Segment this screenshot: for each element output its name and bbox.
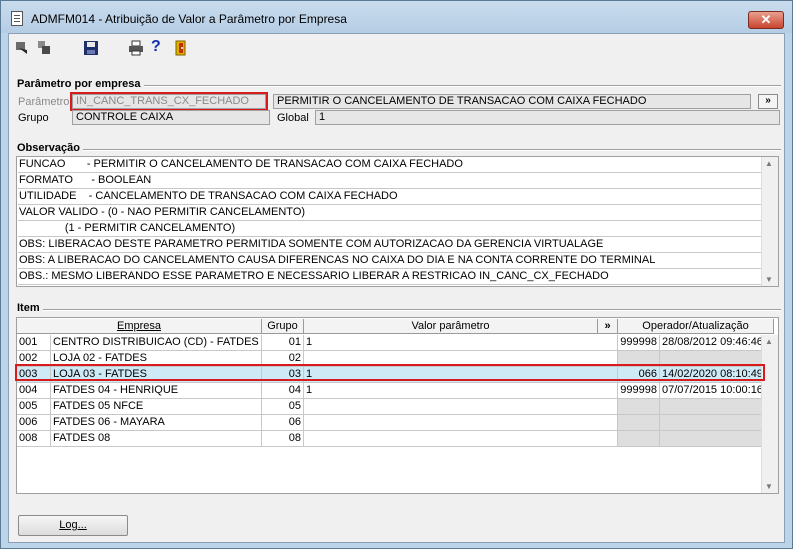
cell-grupo[interactable]: 04 bbox=[262, 383, 304, 399]
cell-empresa[interactable]: FATDES 06 - MAYARA bbox=[51, 415, 262, 431]
valor-expand-button[interactable]: » bbox=[598, 319, 618, 334]
global-label: Global bbox=[277, 112, 309, 124]
cell-data[interactable] bbox=[660, 415, 765, 431]
observacao-line: OBS: A LIBERACAO DO CANCELAMENTO CAUSA D… bbox=[18, 253, 761, 269]
global-field[interactable]: 1 bbox=[315, 110, 780, 125]
parametro-highlight-box bbox=[70, 92, 268, 111]
col-header-empresa[interactable]: Empresa bbox=[17, 319, 262, 334]
col-header-grupo[interactable]: Grupo bbox=[262, 319, 304, 334]
observacao-scrollbar[interactable]: ▲ ▼ bbox=[761, 157, 778, 286]
help-icon[interactable]: ? bbox=[151, 38, 167, 55]
document-icon bbox=[11, 11, 23, 26]
main-window: ADMFM014 - Atribuição de Valor a Parâmet… bbox=[0, 0, 793, 549]
observacao-line: OBS.: MESMO LIBERANDO ESSE PARAMETRO E N… bbox=[18, 269, 761, 285]
parametro-description-field[interactable]: PERMITIR O CANCELAMENTO DE TRANSACAO COM… bbox=[273, 94, 751, 109]
cell-empresa[interactable]: FATDES 04 - HENRIQUE bbox=[51, 383, 262, 399]
cell-grupo[interactable]: 05 bbox=[262, 399, 304, 415]
save-icon[interactable] bbox=[83, 40, 99, 56]
scroll-down-icon[interactable]: ▼ bbox=[765, 482, 773, 491]
cell-cod[interactable]: 004 bbox=[17, 383, 51, 399]
title-bar[interactable]: ADMFM014 - Atribuição de Valor a Parâmet… bbox=[1, 1, 792, 33]
cell-data[interactable] bbox=[660, 399, 765, 415]
parametro-section-label: Parâmetro por empresa bbox=[17, 78, 144, 90]
print-icon[interactable] bbox=[128, 40, 144, 56]
observacao-section-label: Observação bbox=[17, 142, 83, 154]
cell-cod[interactable]: 005 bbox=[17, 399, 51, 415]
cell-empresa[interactable]: CENTRO DISTRIBUICAO (CD) - FATDES bbox=[51, 335, 262, 351]
table-row[interactable]: 004 FATDES 04 - HENRIQUE 04 1 999998 07/07/20… bbox=[17, 383, 765, 399]
window-title: ADMFM014 - Atribuição de Valor a Parâmet… bbox=[31, 12, 347, 26]
table-row[interactable]: 006 FATDES 06 - MAYARA 06 bbox=[17, 415, 765, 431]
observacao-list[interactable]: FUNCAO - PERMITIR O CANCELAMENTO DE TRAN… bbox=[16, 156, 779, 287]
cell-valor[interactable] bbox=[304, 431, 618, 447]
cell-empresa[interactable]: FATDES 08 bbox=[51, 431, 262, 447]
col-header-operador[interactable]: Operador/Atualização bbox=[618, 319, 774, 334]
parametro-expand-button[interactable]: » bbox=[758, 94, 778, 109]
observacao-line: VALOR VALIDO - (0 - NAO PERMITIR CANCELA… bbox=[18, 205, 761, 221]
cell-data[interactable]: 28/08/2012 09:46:46 bbox=[660, 335, 765, 351]
cell-empresa[interactable]: FATDES 05 NFCE bbox=[51, 399, 262, 415]
observacao-line: (1 - PERMITIR CANCELAMENTO) bbox=[18, 221, 761, 237]
scroll-up-icon[interactable]: ▲ bbox=[765, 337, 773, 346]
table-row[interactable]: 001 CENTRO DISTRIBUICAO (CD) - FATDES 01 1 9… bbox=[17, 335, 765, 351]
navigate-first-icon[interactable] bbox=[15, 40, 31, 56]
cell-valor[interactable] bbox=[304, 399, 618, 415]
item-grid[interactable]: Empresa Grupo Valor parâmetro » Operador… bbox=[16, 317, 779, 494]
cell-grupo[interactable]: 08 bbox=[262, 431, 304, 447]
client-area: ? Parâmetro por empresa Parâmetro IN_CAN… bbox=[8, 33, 785, 543]
selected-row-highlight-box bbox=[15, 364, 765, 381]
observacao-line: FUNCAO - PERMITIR O CANCELAMENTO DE TRAN… bbox=[18, 157, 761, 173]
cell-valor[interactable]: 1 bbox=[304, 383, 618, 399]
cell-operador[interactable]: 999998 bbox=[618, 383, 660, 399]
grupo-label: Grupo bbox=[18, 112, 49, 124]
cell-data[interactable] bbox=[660, 431, 765, 447]
scroll-down-icon[interactable]: ▼ bbox=[765, 275, 773, 284]
toolbar: ? bbox=[9, 34, 784, 64]
cell-data[interactable]: 07/07/2015 10:00:16 bbox=[660, 383, 765, 399]
cell-operador[interactable]: 999998 bbox=[618, 335, 660, 351]
parametro-label: Parâmetro bbox=[18, 96, 70, 108]
table-row[interactable]: 008 FATDES 08 08 bbox=[17, 431, 765, 447]
observacao-line: UTILIDADE - CANCELAMENTO DE TRANSACAO CO… bbox=[18, 189, 761, 205]
item-section-label: Item bbox=[17, 302, 43, 314]
item-group-line bbox=[17, 309, 781, 311]
scroll-up-icon[interactable]: ▲ bbox=[765, 159, 773, 168]
grupo-field[interactable]: CONTROLE CAIXA bbox=[72, 110, 270, 125]
observacao-line: OBS: LIBERACAO DESTE PARAMETRO PERMITIDA… bbox=[18, 237, 761, 253]
observacao-group-line bbox=[17, 149, 781, 151]
cell-operador[interactable] bbox=[618, 431, 660, 447]
cell-cod[interactable]: 001 bbox=[17, 335, 51, 351]
cell-operador[interactable] bbox=[618, 399, 660, 415]
cell-grupo[interactable]: 01 bbox=[262, 335, 304, 351]
exit-door-icon[interactable] bbox=[173, 40, 189, 56]
item-scrollbar[interactable]: ▲ ▼ bbox=[761, 335, 778, 493]
table-row[interactable]: 005 FATDES 05 NFCE 05 bbox=[17, 399, 765, 415]
cell-cod[interactable]: 006 bbox=[17, 415, 51, 431]
cell-valor[interactable] bbox=[304, 415, 618, 431]
cell-operador[interactable] bbox=[618, 415, 660, 431]
cell-grupo[interactable]: 06 bbox=[262, 415, 304, 431]
cell-cod[interactable]: 008 bbox=[17, 431, 51, 447]
log-button[interactable]: Log... bbox=[18, 515, 128, 536]
col-header-valor[interactable]: Valor parâmetro bbox=[304, 319, 598, 334]
cell-valor[interactable]: 1 bbox=[304, 335, 618, 351]
observacao-line: FORMATO - BOOLEAN bbox=[18, 173, 761, 189]
navigate-record-icon[interactable] bbox=[36, 40, 52, 56]
close-button[interactable]: ✕ bbox=[748, 11, 784, 29]
